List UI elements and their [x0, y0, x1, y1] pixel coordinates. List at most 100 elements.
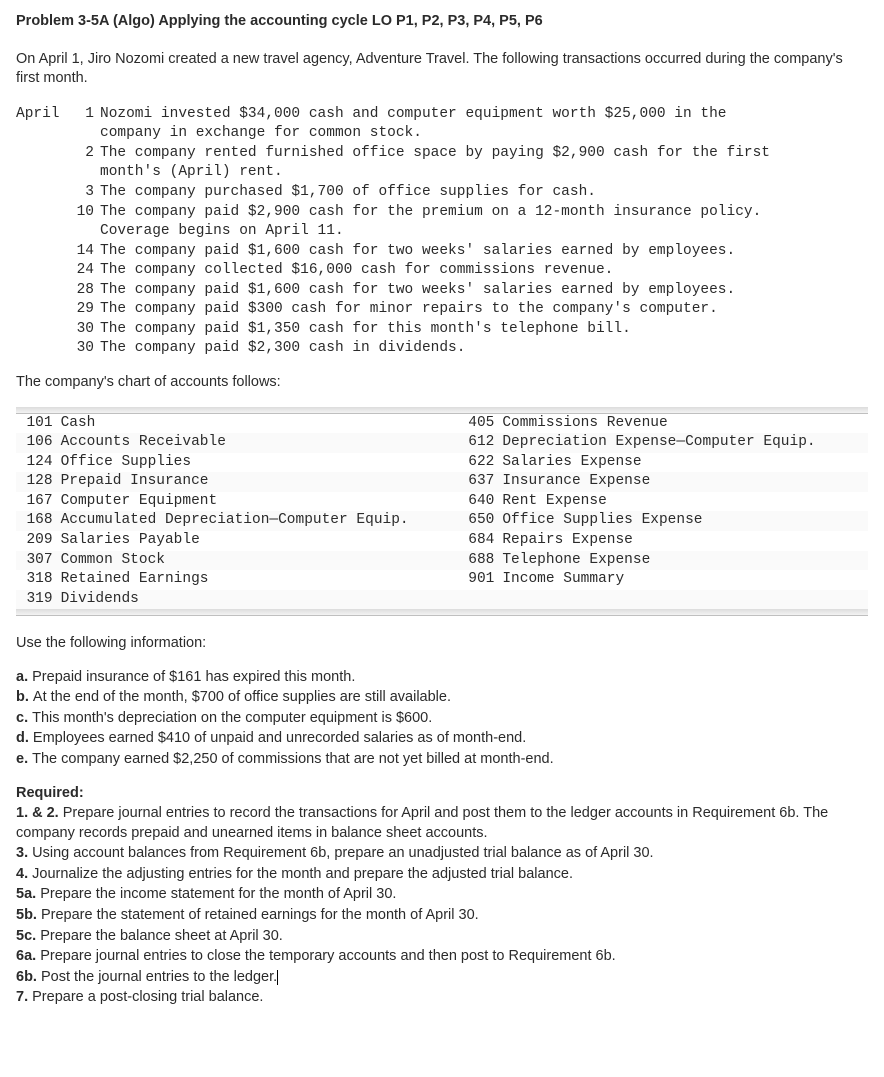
required-text: Post the journal entries to the ledger. [41, 969, 277, 985]
transaction-text: The company paid $1,600 cash for two wee… [100, 281, 868, 301]
transaction-row: 24 The company collected $16,000 cash fo… [16, 261, 868, 281]
account-number: 168 [16, 511, 57, 531]
chart-of-accounts: 101Cash405Commissions Revenue106Accounts… [16, 407, 868, 617]
account-name: Prepaid Insurance [57, 472, 458, 492]
info-label: d. [16, 730, 33, 746]
transaction-month [16, 281, 72, 301]
table-row: 167Computer Equipment640Rent Expense [16, 492, 868, 512]
transaction-day: 30 [72, 339, 100, 359]
transaction-month [16, 261, 72, 281]
required-item: 5a. Prepare the income statement for the… [16, 885, 868, 905]
required-label: 7. [16, 989, 32, 1005]
transaction-day: 14 [72, 242, 100, 262]
required-item: 6b. Post the journal entries to the ledg… [16, 968, 868, 988]
account-number: 318 [16, 570, 57, 590]
transactions-block: April1 Nozomi invested $34,000 cash and … [16, 105, 868, 359]
account-name: Salaries Expense [498, 453, 868, 473]
transaction-text: The company paid $2,300 cash in dividend… [100, 339, 868, 359]
required-label: 4. [16, 866, 32, 882]
required-block: 1. & 2. Prepare journal entries to recor… [16, 804, 868, 1008]
required-item: 6a. Prepare journal entries to close the… [16, 947, 868, 967]
transaction-text: Nozomi invested $34,000 cash and compute… [100, 105, 868, 125]
info-text: Employees earned $410 of unpaid and unre… [33, 730, 526, 746]
transaction-month [16, 300, 72, 320]
info-item: d. Employees earned $410 of unpaid and u… [16, 729, 868, 749]
required-label: 3. [16, 845, 32, 861]
account-number: 640 [458, 492, 499, 512]
transaction-day: 1 [72, 105, 100, 125]
account-number: 650 [458, 511, 499, 531]
transaction-row: 29 The company paid $300 cash for minor … [16, 300, 868, 320]
transaction-month: April [16, 105, 72, 125]
info-item: e. The company earned $2,250 of commissi… [16, 750, 868, 770]
account-name: Office Supplies Expense [498, 511, 868, 531]
transaction-day [72, 163, 100, 183]
account-number: 405 [458, 414, 499, 434]
account-number: 106 [16, 433, 57, 453]
account-number: 901 [458, 570, 499, 590]
account-name: Commissions Revenue [498, 414, 868, 434]
required-text: Using account balances from Requirement … [32, 845, 653, 861]
account-name: Accumulated Depreciation—Computer Equip. [57, 511, 458, 531]
info-item: a. Prepaid insurance of $161 has expired… [16, 668, 868, 688]
account-number: 101 [16, 414, 57, 434]
info-text: At the end of the month, $700 of office … [33, 689, 451, 705]
transaction-month [16, 183, 72, 203]
account-number: 128 [16, 472, 57, 492]
account-number: 622 [458, 453, 499, 473]
info-intro: Use the following information: [16, 634, 868, 654]
required-heading: Required: [16, 784, 868, 804]
transaction-row: April1 Nozomi invested $34,000 cash and … [16, 105, 868, 125]
required-text: Prepare the income statement for the mon… [40, 886, 396, 902]
transaction-text: The company paid $2,900 cash for the pre… [100, 203, 868, 223]
account-name: Dividends [57, 590, 458, 610]
transaction-day: 28 [72, 281, 100, 301]
account-number: 167 [16, 492, 57, 512]
account-number: 209 [16, 531, 57, 551]
transaction-text: The company paid $1,350 cash for this mo… [100, 320, 868, 340]
required-label: 5c. [16, 928, 40, 944]
chart-intro: The company's chart of accounts follows: [16, 373, 868, 393]
info-text: The company earned $2,250 of commissions… [32, 751, 554, 767]
transaction-day [72, 124, 100, 144]
transaction-month [16, 222, 72, 242]
account-name: Insurance Expense [498, 472, 868, 492]
account-name: Telephone Expense [498, 551, 868, 571]
account-number: 688 [458, 551, 499, 571]
required-label: 5b. [16, 907, 41, 923]
account-number: 124 [16, 453, 57, 473]
info-item: c. This month's depreciation on the comp… [16, 709, 868, 729]
transaction-text: Coverage begins on April 11. [100, 222, 868, 242]
table-row: 209Salaries Payable684Repairs Expense [16, 531, 868, 551]
account-name: Rent Expense [498, 492, 868, 512]
required-item: 5b. Prepare the statement of retained ea… [16, 906, 868, 926]
account-name: Accounts Receivable [57, 433, 458, 453]
transaction-month [16, 124, 72, 144]
transaction-day: 24 [72, 261, 100, 281]
account-name: Depreciation Expense—Computer Equip. [498, 433, 868, 453]
transaction-text: The company collected $16,000 cash for c… [100, 261, 868, 281]
transaction-day [72, 222, 100, 242]
info-block: a. Prepaid insurance of $161 has expired… [16, 668, 868, 770]
required-text: Prepare the balance sheet at April 30. [40, 928, 283, 944]
transaction-row: 3 The company purchased $1,700 of office… [16, 183, 868, 203]
problem-title: Problem 3-5A (Algo) Applying the account… [16, 12, 868, 32]
transaction-day: 2 [72, 144, 100, 164]
account-name: Income Summary [498, 570, 868, 590]
required-item: 7. Prepare a post-closing trial balance. [16, 988, 868, 1008]
transaction-month [16, 203, 72, 223]
transaction-row: 2 The company rented furnished office sp… [16, 144, 868, 164]
info-text: Prepaid insurance of $161 has expired th… [32, 669, 355, 685]
table-row: 319Dividends [16, 590, 868, 610]
transaction-row: 30 The company paid $2,300 cash in divid… [16, 339, 868, 359]
transaction-month [16, 242, 72, 262]
transaction-text: The company paid $1,600 cash for two wee… [100, 242, 868, 262]
account-name: Salaries Payable [57, 531, 458, 551]
text-cursor-icon [277, 970, 278, 985]
required-label: 6b. [16, 969, 41, 985]
account-name: Office Supplies [57, 453, 458, 473]
transaction-day: 29 [72, 300, 100, 320]
account-name: Repairs Expense [498, 531, 868, 551]
transaction-month [16, 163, 72, 183]
transaction-row: 14 The company paid $1,600 cash for two … [16, 242, 868, 262]
